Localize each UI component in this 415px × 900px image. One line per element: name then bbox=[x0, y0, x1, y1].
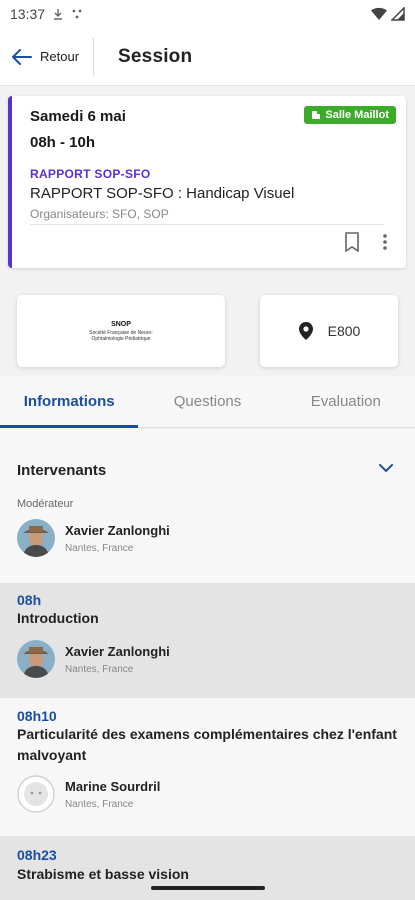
talk-title: Introduction bbox=[17, 610, 99, 626]
avatar bbox=[17, 640, 55, 678]
wifi-icon bbox=[371, 7, 387, 20]
moderator-name: Xavier Zanlonghi bbox=[65, 522, 170, 538]
speaker-location: Nantes, France bbox=[65, 663, 134, 675]
back-button[interactable]: Retour bbox=[0, 38, 93, 76]
moderator[interactable]: Xavier Zanlonghi Nantes, France bbox=[17, 519, 170, 557]
session-title: RAPPORT SOP-SFO : Handicap Visuel bbox=[30, 185, 295, 202]
location-code: E800 bbox=[327, 323, 361, 339]
talk-time: 08h23 bbox=[17, 847, 57, 863]
notification-icons bbox=[53, 8, 83, 20]
tab-evaluation[interactable]: Evaluation bbox=[277, 376, 415, 427]
intervenants-title: Intervenants bbox=[17, 462, 107, 479]
chevron-down-icon[interactable] bbox=[379, 463, 393, 473]
talk-item[interactable]: 08h23 Strabisme et basse vision bbox=[0, 836, 415, 900]
page-title: Session bbox=[118, 45, 193, 67]
tab-informations[interactable]: Informations bbox=[0, 376, 139, 428]
card-actions bbox=[344, 232, 388, 252]
card-divider bbox=[30, 224, 384, 225]
status-time: 13:37 bbox=[10, 6, 46, 22]
talk-speaker[interactable]: Marine Sourdril Nantes, France bbox=[17, 775, 160, 813]
wifi-calling-icon bbox=[72, 9, 82, 19]
avatar-placeholder bbox=[17, 775, 55, 813]
session-content: Intervenants Modérateur Xavier Zanlonghi… bbox=[0, 429, 415, 900]
status-bar: 13:37 bbox=[0, 0, 415, 28]
session-time: 08h - 10h bbox=[30, 134, 96, 151]
room-label: Salle Maillot bbox=[325, 109, 389, 121]
talk-time: 08h bbox=[17, 592, 42, 608]
building-icon bbox=[312, 111, 321, 119]
talk-speaker[interactable]: Xavier Zanlonghi Nantes, France bbox=[17, 640, 170, 678]
intervenants-section: Intervenants Modérateur Xavier Zanlonghi… bbox=[0, 429, 415, 583]
session-card: Samedi 6 mai 08h - 10h Salle Maillot RAP… bbox=[8, 96, 406, 268]
tab-bar: Informations Questions Evaluation bbox=[0, 376, 415, 428]
talk-item[interactable]: 08h10 Particularité des examens compléme… bbox=[0, 698, 415, 836]
location-pin-icon bbox=[298, 322, 313, 340]
back-label: Retour bbox=[40, 49, 80, 64]
talk-title: Strabisme et basse vision bbox=[17, 866, 189, 882]
speaker-location: Nantes, France bbox=[65, 798, 134, 810]
talk-time: 08h10 bbox=[17, 708, 57, 724]
speaker-name: Xavier Zanlonghi bbox=[65, 643, 170, 659]
signal-icon bbox=[391, 7, 405, 21]
home-indicator[interactable] bbox=[151, 886, 265, 890]
sponsor-card[interactable]: SNOP Société Française de Neuro-Ophtalmo… bbox=[17, 295, 225, 367]
moderator-role: Modérateur bbox=[17, 498, 74, 510]
location-card[interactable]: E800 bbox=[260, 295, 398, 367]
download-icon bbox=[54, 9, 63, 20]
avatar bbox=[17, 519, 55, 557]
app-bar: Retour Session bbox=[0, 28, 415, 86]
session-organizers: Organisateurs: SFO, SOP bbox=[30, 207, 169, 221]
sponsor-logo: SNOP bbox=[111, 320, 131, 328]
app-bar-divider bbox=[93, 37, 95, 76]
tab-questions[interactable]: Questions bbox=[138, 376, 276, 427]
talk-title: Particularité des examens complémentaire… bbox=[17, 726, 397, 763]
arrow-left-icon bbox=[12, 48, 32, 65]
speaker-name: Marine Sourdril bbox=[65, 778, 161, 794]
talk-item[interactable]: 08h Introduction Xavier Zanlonghi Nantes… bbox=[0, 583, 415, 698]
bookmark-icon[interactable] bbox=[344, 232, 360, 252]
more-options-icon[interactable] bbox=[382, 232, 388, 252]
sponsor-subtitle: Société Française de Neuro-Ophtalmologie… bbox=[89, 329, 153, 342]
room-badge: Salle Maillot bbox=[304, 106, 396, 124]
session-category: RAPPORT SOP-SFO bbox=[30, 167, 151, 181]
moderator-location: Nantes, France bbox=[65, 542, 134, 554]
